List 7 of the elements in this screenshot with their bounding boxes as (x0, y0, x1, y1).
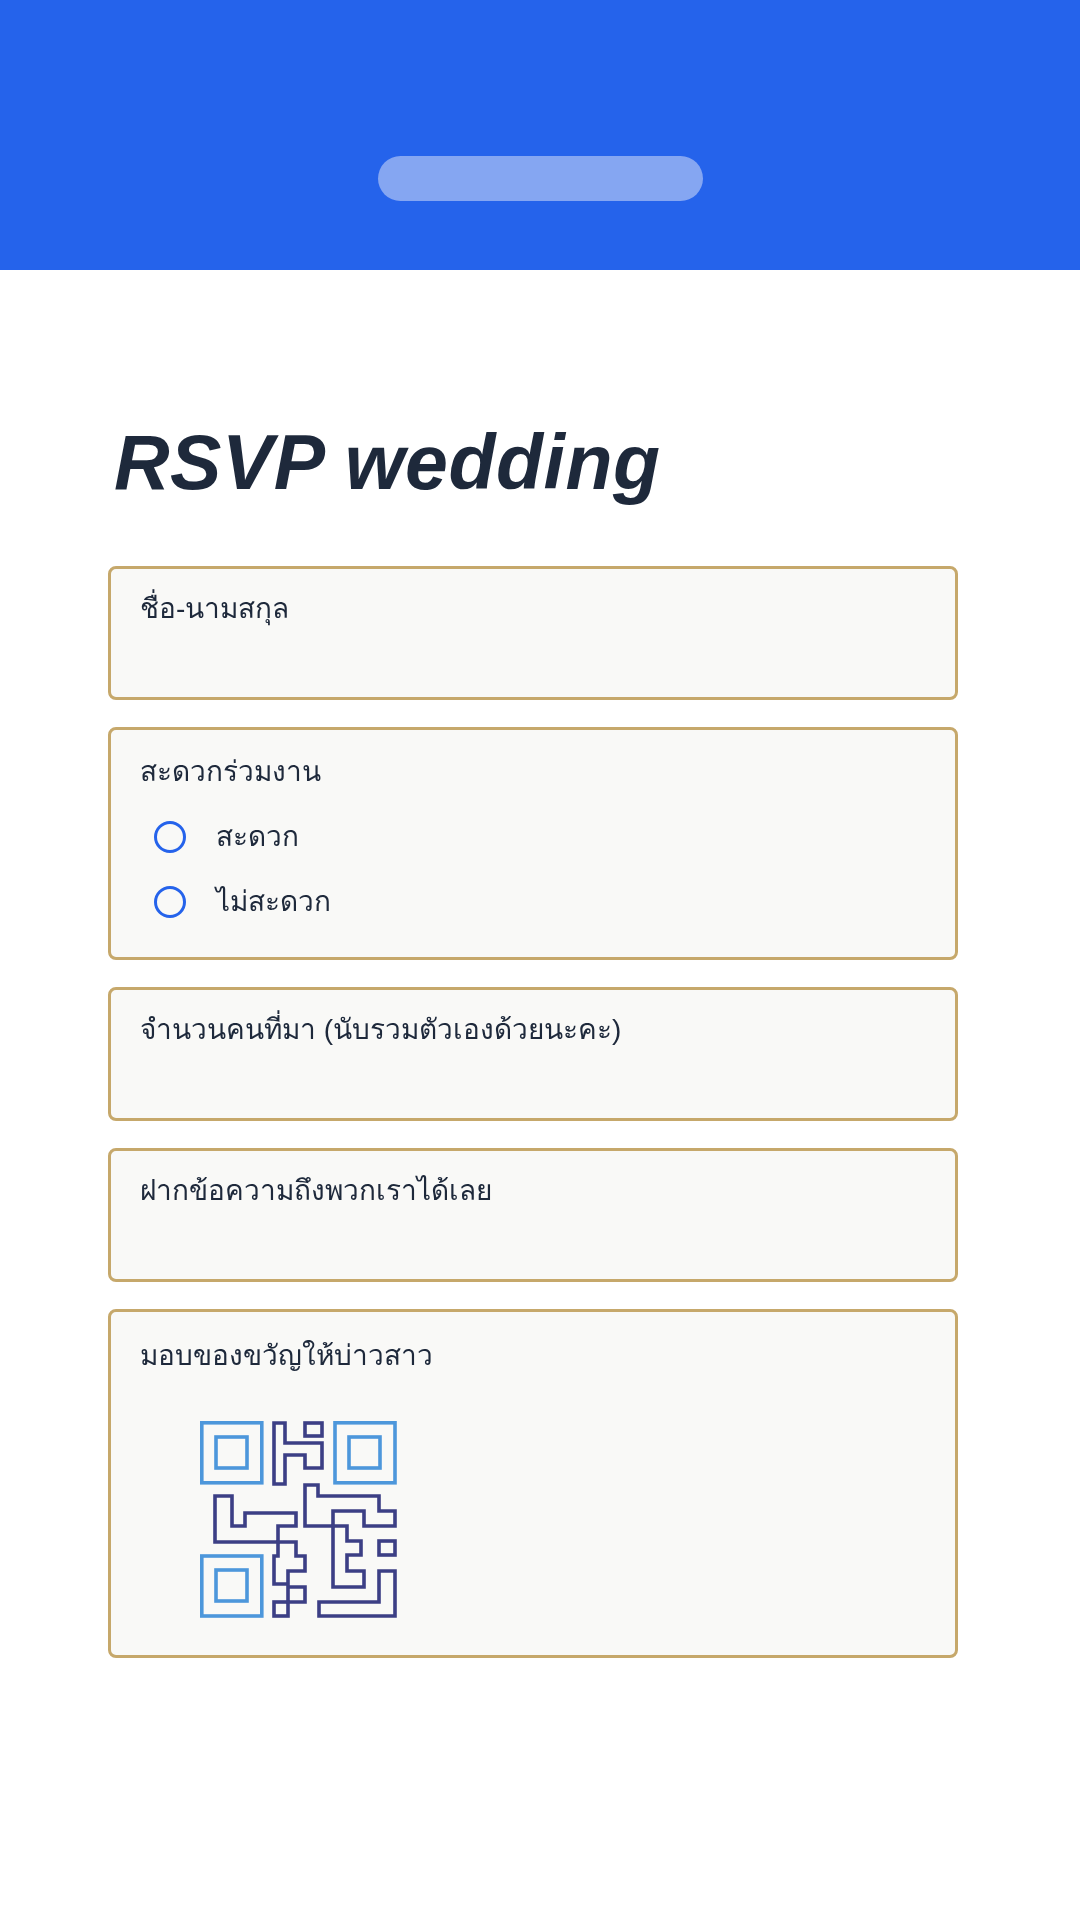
text-field[interactable]: ฝากข้อความถึงพวกเราได้เลย (108, 1148, 958, 1282)
text-field[interactable]: จำนวนคนที่มา (นับรวมตัวเองด้วยนะคะ) (108, 987, 958, 1121)
question-label: มอบของขวัญให้บ่าวสาว (140, 1339, 433, 1373)
radio-option[interactable]: ไม่สะดวก (154, 880, 331, 924)
text-field[interactable]: ชื่อ-นามสกุล (108, 566, 958, 700)
question-label: สะดวกร่วมงาน (140, 755, 321, 789)
radio-option[interactable]: สะดวก (154, 815, 331, 859)
